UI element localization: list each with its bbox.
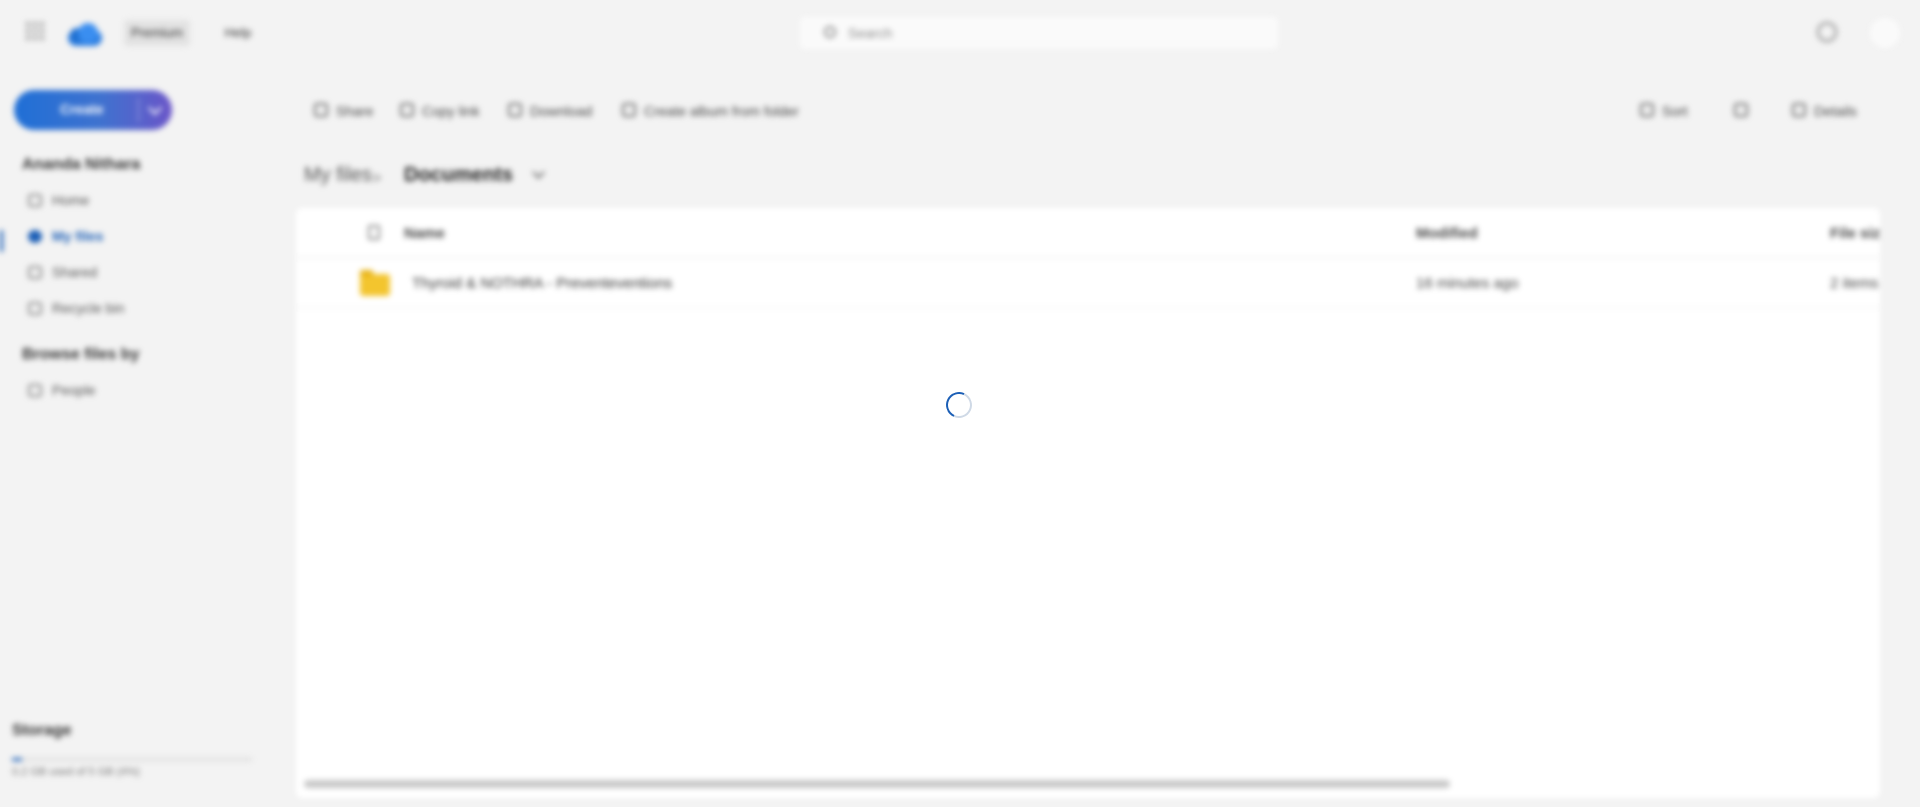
chevron-down-icon[interactable] [147,100,163,116]
sidebar-item-label: Recycle bin [52,300,125,316]
file-size: 2 items [1830,275,1879,292]
folder-icon [360,270,390,296]
share-label: Share [336,103,374,119]
share-icon [314,103,328,117]
column-header-name[interactable]: Name [404,225,445,242]
help-button[interactable]: Help [214,20,262,46]
sidebar-item-people[interactable]: People [22,376,262,406]
create-button-divider [138,98,139,122]
storage-bar [12,758,252,761]
account-heading: Ananda Nithara [22,156,141,173]
sort-icon [1640,103,1654,117]
horizontal-scrollbar[interactable] [304,780,1450,788]
file-list: Name Modified File size Thyroid & NOTHRA… [296,208,1880,798]
chevron-down-icon[interactable] [532,166,545,179]
breadcrumb-root[interactable]: My files [304,164,372,187]
storage-text[interactable]: 0.2 GB used of 5 GB (4%) [12,766,140,778]
column-header-file-size[interactable]: File size [1830,225,1880,242]
search-input[interactable]: Search [800,17,1278,49]
settings-icon[interactable] [1817,22,1837,42]
sidebar-item-label: My files [52,228,104,244]
app-launcher-icon[interactable] [26,22,44,40]
breadcrumb-current[interactable]: Documents [404,164,513,187]
table-header: Name Modified File size [296,208,1880,258]
album-icon [622,103,636,117]
details-label: Details [1814,103,1857,119]
create-button-label: Create [60,101,104,117]
search-placeholder: Search [848,25,893,41]
sort-label: Sort [1662,103,1688,119]
shared-icon [28,266,42,279]
link-icon [400,103,414,117]
column-header-modified[interactable]: Modified [1416,225,1478,242]
people-icon [28,384,42,397]
create-album-label: Create album from folder [644,103,799,119]
my-files-icon [28,230,42,243]
search-icon [824,26,836,38]
view-icon [1734,103,1748,117]
sidebar-item-label: Shared [52,264,98,280]
file-name[interactable]: Thyroid & NOTHRA - Preventeventions [412,275,672,292]
browse-heading: Browse files by [22,346,140,363]
active-indicator [0,230,3,252]
file-modified: 16 minutes ago [1416,275,1519,292]
storage-title: Storage [12,722,72,739]
table-row[interactable]: Thyroid & NOTHRA - Preventeventions 16 m… [296,258,1880,308]
sidebar-item-home[interactable]: Home [22,186,262,216]
copy-link-label: Copy link [422,103,480,119]
sidebar-item-label: People [52,382,96,398]
cloud-logo-icon[interactable] [66,20,106,48]
avatar[interactable] [1870,18,1900,48]
breadcrumb-separator: > [372,170,382,187]
storage-bar-fill [12,758,22,761]
top-bar: Premium Help Search [0,0,1920,66]
details-icon [1792,103,1806,117]
sidebar-item-shared[interactable]: Shared [22,258,262,288]
download-icon [508,103,522,117]
home-icon [28,194,42,207]
sidebar-item-recycle-bin[interactable]: Recycle bin [22,294,262,324]
file-type-icon[interactable] [368,225,380,240]
sidebar-item-my-files[interactable]: My files [22,222,262,252]
create-button[interactable]: Create [14,90,172,130]
sidebar: Create Ananda Nithara Home My files Shar… [0,66,290,807]
sidebar-item-label: Home [52,192,90,208]
recycle-bin-icon [28,302,42,315]
download-label: Download [530,103,593,119]
premium-button[interactable]: Premium [124,20,190,46]
